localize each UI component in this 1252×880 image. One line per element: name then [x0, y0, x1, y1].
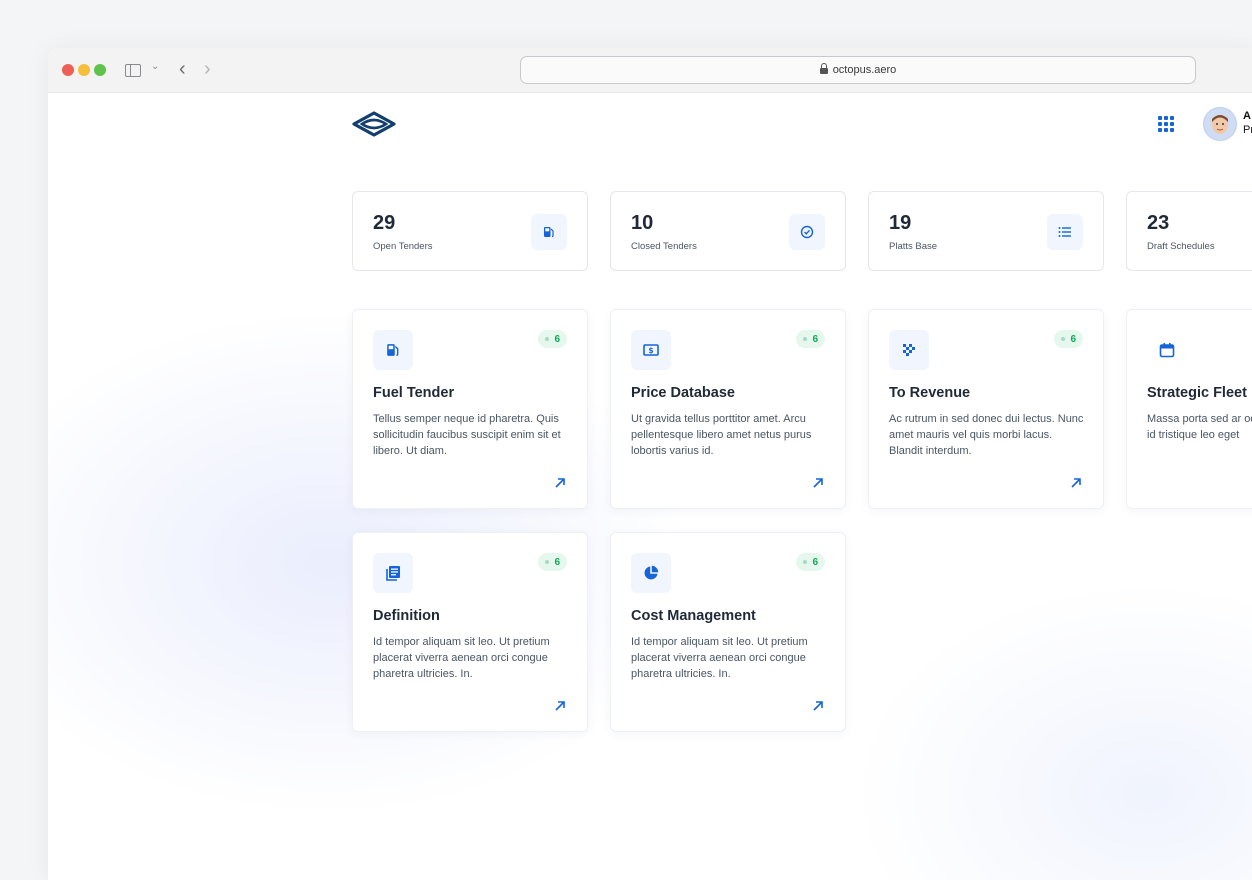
chevron-down-icon[interactable]: ⌄	[151, 61, 159, 72]
card-title: Cost Management	[631, 608, 756, 624]
badge-count: 6	[812, 556, 818, 568]
card-description: Ut gravida tellus porttitor amet. Arcu p…	[631, 413, 812, 457]
count-badge: 6	[796, 330, 825, 348]
card-title: Definition	[373, 608, 440, 624]
close-window-button[interactable]	[62, 64, 74, 76]
arrow-up-right-icon[interactable]	[811, 476, 825, 490]
stat-value: 10	[631, 212, 654, 234]
pie-chart-icon	[631, 553, 671, 593]
card-title: Price Database	[631, 385, 735, 401]
card-strategic-fleet[interactable]: Strategic Fleet Massa porta sed ar odio …	[1126, 309, 1252, 509]
count-badge: 6	[538, 553, 567, 571]
card-cost-management[interactable]: 6 Cost Management Id tempor aliquam sit …	[610, 532, 846, 732]
card-fuel-tender[interactable]: 6 Fuel Tender Tellus semper neque id pha…	[352, 309, 588, 509]
apps-grid-icon[interactable]	[1158, 116, 1174, 132]
stat-label: Draft Schedules	[1147, 241, 1215, 252]
stat-card-platts-base[interactable]: 19 Platts Base	[868, 191, 1104, 271]
octopus-logo-icon[interactable]	[350, 109, 398, 141]
stat-label: Open Tenders	[373, 241, 433, 252]
stat-label: Platts Base	[889, 241, 938, 252]
card-to-revenue[interactable]: 6 To Revenue Ac rutrum in sed donec dui …	[868, 309, 1104, 509]
card-description: Ac rutrum in sed donec dui lectus. Nunc …	[889, 413, 1084, 457]
badge-count: 6	[812, 333, 818, 345]
avatar-face-icon	[1212, 115, 1228, 134]
user-role: Pr	[1243, 124, 1252, 136]
svg-text:$: $	[648, 346, 653, 355]
address-bar[interactable]: octopus.aero	[520, 56, 1196, 84]
card-description: Tellus semper neque id pharetra. Quis so…	[373, 413, 561, 457]
stat-card-open-tenders[interactable]: 29 Open Tenders	[352, 191, 588, 271]
stat-card-draft-schedules[interactable]: 23 Draft Schedules	[1126, 191, 1252, 271]
card-title: To Revenue	[889, 385, 971, 401]
count-badge: 6	[1054, 330, 1083, 348]
arrow-up-right-icon[interactable]	[553, 476, 567, 490]
card-description: Id tempor aliquam sit leo. Ut pretium pl…	[373, 636, 550, 680]
document-list-icon	[373, 553, 413, 593]
card-definition[interactable]: 6 Definition Id tempor aliquam sit leo. …	[352, 532, 588, 732]
browser-toolbar: ⌄ ‹ › octopus.aero	[48, 48, 1252, 93]
card-description: Massa porta sed ar odio nulla praesent i…	[1147, 413, 1252, 441]
list-icon	[1047, 214, 1083, 250]
card-price-database[interactable]: $ 6 Price Database Ut gravida tellus por…	[610, 309, 846, 509]
zoom-window-button[interactable]	[94, 64, 106, 76]
fuel-pump-icon	[373, 330, 413, 370]
dollar-bill-icon: $	[631, 330, 671, 370]
back-arrow-icon[interactable]: ‹	[179, 57, 186, 81]
stat-card-closed-tenders[interactable]: 10 Closed Tenders	[610, 191, 846, 271]
stat-value: 19	[889, 212, 912, 234]
badge-count: 6	[1070, 333, 1076, 345]
dot-icon	[545, 560, 550, 564]
count-badge: 6	[538, 330, 567, 348]
forward-arrow-icon[interactable]: ›	[204, 57, 211, 81]
avatar[interactable]	[1203, 107, 1237, 141]
arrow-up-right-icon[interactable]	[553, 699, 567, 713]
check-circle-icon	[789, 214, 825, 250]
browser-window: ⌄ ‹ › octopus.aero A Pr 29 Op	[48, 48, 1252, 880]
calendar-icon	[1147, 330, 1187, 370]
pixel-grid-icon	[889, 330, 929, 370]
dot-icon	[803, 337, 808, 341]
stat-value: 23	[1147, 212, 1170, 234]
arrow-up-right-icon[interactable]	[811, 699, 825, 713]
dot-icon	[803, 560, 808, 564]
card-title: Strategic Fleet	[1147, 385, 1247, 401]
badge-count: 6	[554, 333, 560, 345]
card-description: Id tempor aliquam sit leo. Ut pretium pl…	[631, 636, 808, 680]
minimize-window-button[interactable]	[78, 64, 90, 76]
arrow-up-right-icon[interactable]	[1069, 476, 1083, 490]
user-name[interactable]: A	[1243, 110, 1251, 122]
dot-icon	[1061, 337, 1066, 341]
dot-icon	[545, 337, 550, 341]
page-content: A Pr 29 Open Tenders 10 Closed Tenders 1…	[48, 93, 1252, 880]
stat-value: 29	[373, 212, 396, 234]
card-title: Fuel Tender	[373, 385, 455, 401]
address-url: octopus.aero	[832, 64, 897, 76]
sidebar-toggle-icon[interactable]	[125, 64, 141, 77]
stat-label: Closed Tenders	[631, 241, 697, 252]
fuel-pump-icon	[531, 214, 567, 250]
count-badge: 6	[796, 553, 825, 571]
badge-count: 6	[554, 556, 560, 568]
lock-icon	[819, 63, 828, 74]
